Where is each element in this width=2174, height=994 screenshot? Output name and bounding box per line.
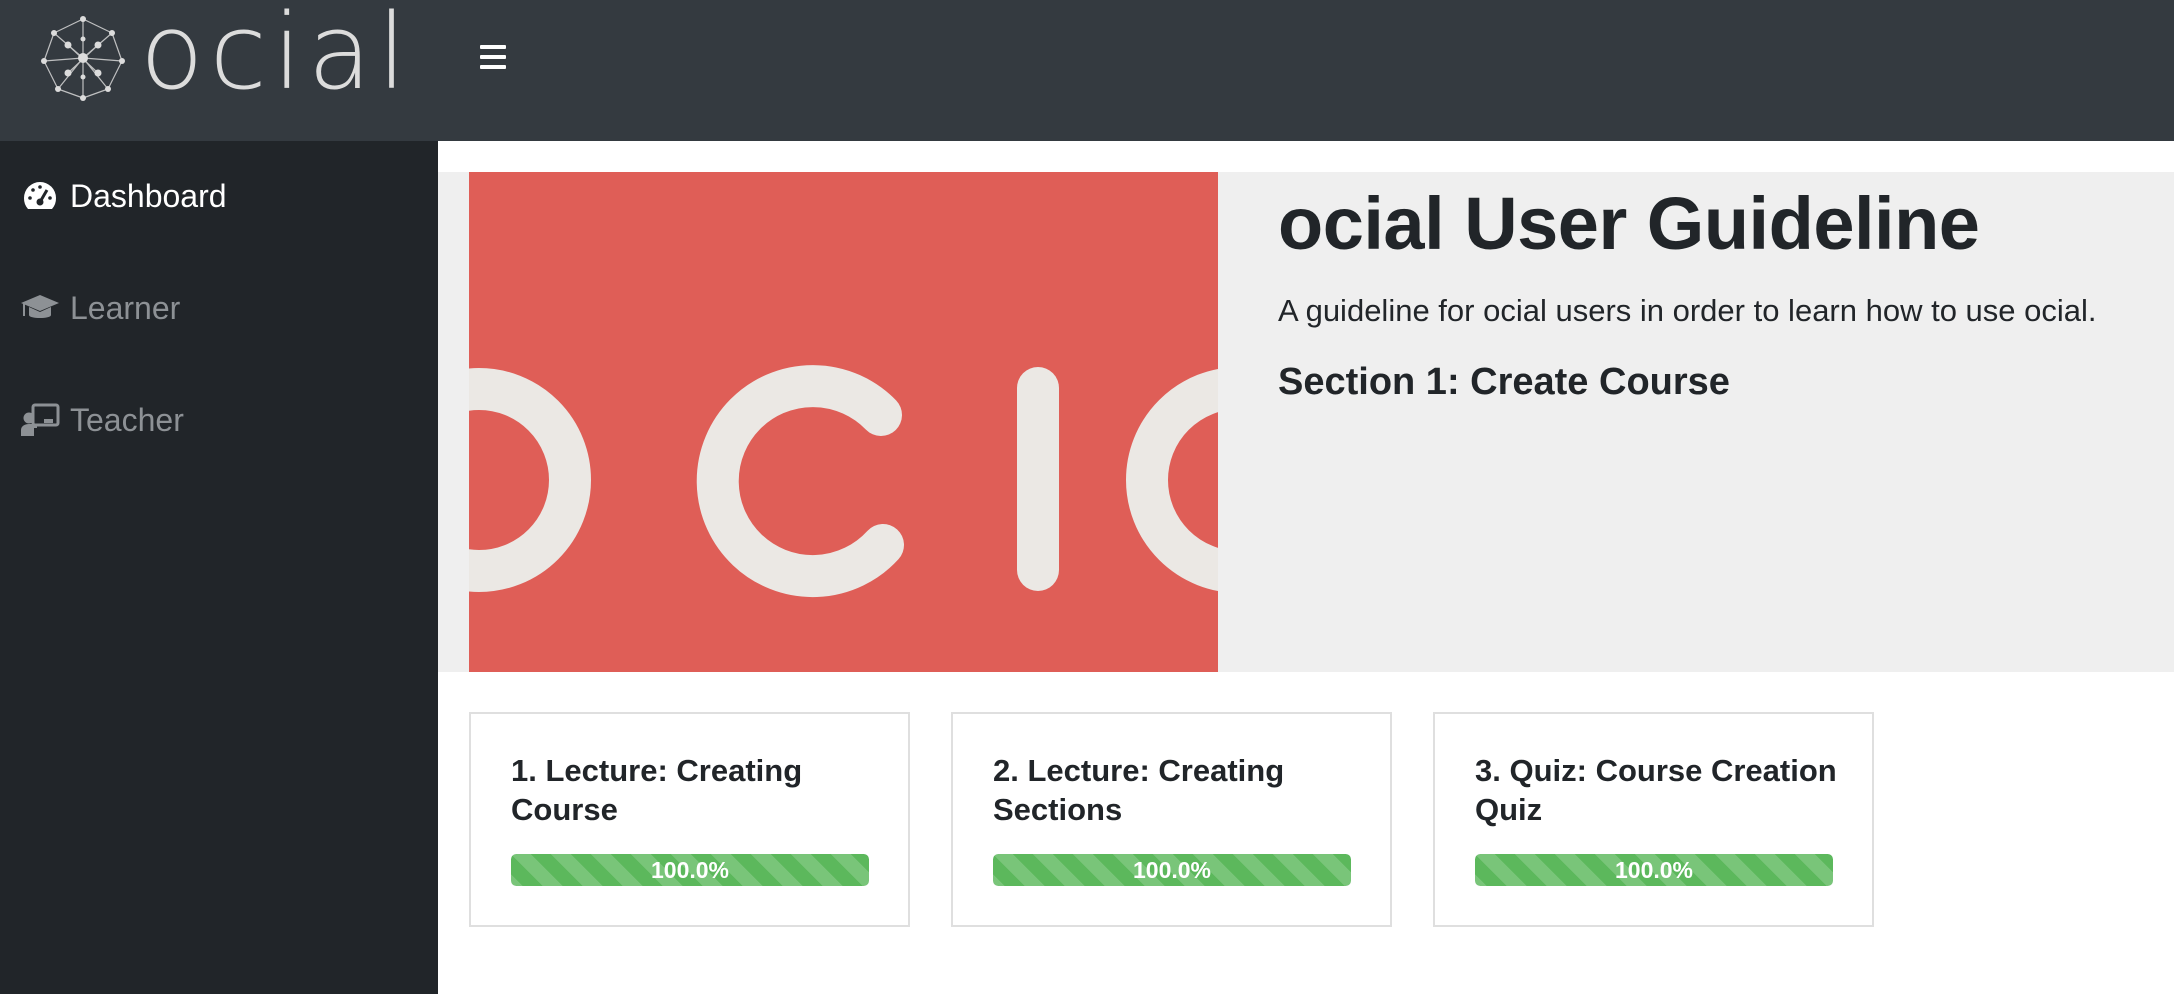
brand-logo[interactable]: ocial (40, 0, 412, 105)
section-heading: Section 1: Create Course (1278, 361, 1730, 404)
topic-card[interactable]: 2. Lecture: Creating Sections 100.0% (951, 712, 1392, 927)
progress-fill: 100.0% (993, 854, 1351, 886)
sidebar-item-learner[interactable]: Learner (20, 278, 180, 338)
card-title: 2. Lecture: Creating Sections (993, 753, 1285, 827)
sidebar-item-dashboard[interactable]: Dashboard (20, 166, 227, 226)
progress-bar: 100.0% (511, 854, 869, 886)
graduation-cap-icon (20, 288, 60, 328)
topic-card[interactable]: 3. Quiz: Course Creation Quiz 100.0% (1433, 712, 1874, 927)
topic-cards: 1. Lecture: Creating Course 100.0% 2. Le… (469, 712, 1874, 927)
hamburger-icon[interactable] (480, 40, 510, 74)
sidebar-item-label: Learner (70, 289, 181, 326)
sidebar-item-teacher[interactable]: Teacher (20, 390, 184, 450)
hero-image (469, 172, 1218, 672)
sidebar-item-label: Dashboard (70, 177, 227, 214)
page-title: ocial User Guideline (1278, 182, 1980, 265)
card-title: 1. Lecture: Creating Course (511, 753, 803, 827)
card-title: 3. Quiz: Course Creation Quiz (1475, 753, 1837, 827)
brand-name: ocial (140, 0, 413, 113)
progress-bar: 100.0% (993, 854, 1351, 886)
topic-card[interactable]: 1. Lecture: Creating Course 100.0% (469, 712, 910, 927)
chalkboard-teacher-icon (20, 400, 60, 440)
network-node-icon (41, 15, 125, 101)
progress-fill: 100.0% (1475, 854, 1833, 886)
progress-fill: 100.0% (511, 854, 869, 886)
jumbotron: ocial User Guideline A guideline for oci… (438, 172, 2174, 672)
progress-bar: 100.0% (1475, 854, 1833, 886)
top-navbar: ocial (0, 0, 2174, 141)
tachometer-icon (20, 176, 60, 216)
sidebar: Dashboard Learner Teacher (0, 141, 438, 994)
page-description: A guideline for ocial users in order to … (1278, 292, 2097, 328)
hero-text: ocial User Guideline A guideline for oci… (1278, 180, 2158, 404)
sidebar-item-label: Teacher (70, 401, 184, 438)
main-content: ocial User Guideline A guideline for oci… (438, 141, 2174, 994)
